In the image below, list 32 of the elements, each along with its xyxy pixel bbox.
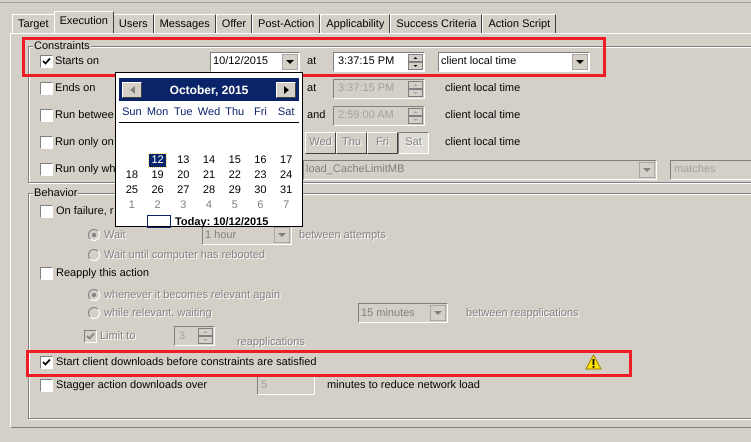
- checkbox-label: Limit to: [100, 328, 136, 344]
- weekday-label: Tue: [173, 105, 194, 120]
- checkbox-label: Run only on: [55, 135, 114, 150]
- checkbox-label: Run betwee: [55, 108, 114, 124]
- radio-label: while relevant, waiting: [104, 306, 212, 321]
- timezone-label: client local time: [445, 135, 520, 150]
- weekday-label: Sun: [121, 105, 143, 120]
- weekday-label: Fri: [253, 105, 268, 120]
- radio-label: Wait: [104, 228, 126, 243]
- joiner-label: at: [307, 54, 318, 70]
- suffix-label: between attempts: [299, 228, 386, 243]
- weekday-label: Wed: [196, 105, 222, 120]
- checkbox-label: Reapply this action: [56, 266, 149, 281]
- checkbox-label: On failure, r: [56, 204, 114, 219]
- timezone-label: client local time: [445, 81, 520, 96]
- suffix-label: minutes to reduce network load: [327, 378, 480, 393]
- month-title: October, 2015: [170, 82, 248, 98]
- checkbox-label: Run only wh: [55, 162, 116, 178]
- checkbox-label: Starts on: [55, 54, 100, 70]
- radio-label: whenever it becomes relevant again: [104, 288, 280, 303]
- radio-label: Wait until computer has rebooted: [104, 248, 266, 263]
- timezone-label: client local time: [445, 108, 520, 124]
- weekday-label: Mon: [146, 105, 170, 120]
- weekday-label: Sat: [276, 105, 296, 120]
- suffix-label: reapplications: [237, 334, 305, 350]
- checkbox-label: Ends on: [55, 81, 96, 96]
- joiner-label: and: [307, 108, 326, 124]
- checkbox-label: Stagger action downloads over: [56, 378, 208, 393]
- checkbox-label: Start client downloads before constraints are satisfied: [56, 354, 316, 370]
- joiner-label: at: [307, 81, 318, 96]
- weekday-label: Thu: [224, 105, 246, 120]
- suffix-label: between reapplications: [466, 306, 579, 321]
